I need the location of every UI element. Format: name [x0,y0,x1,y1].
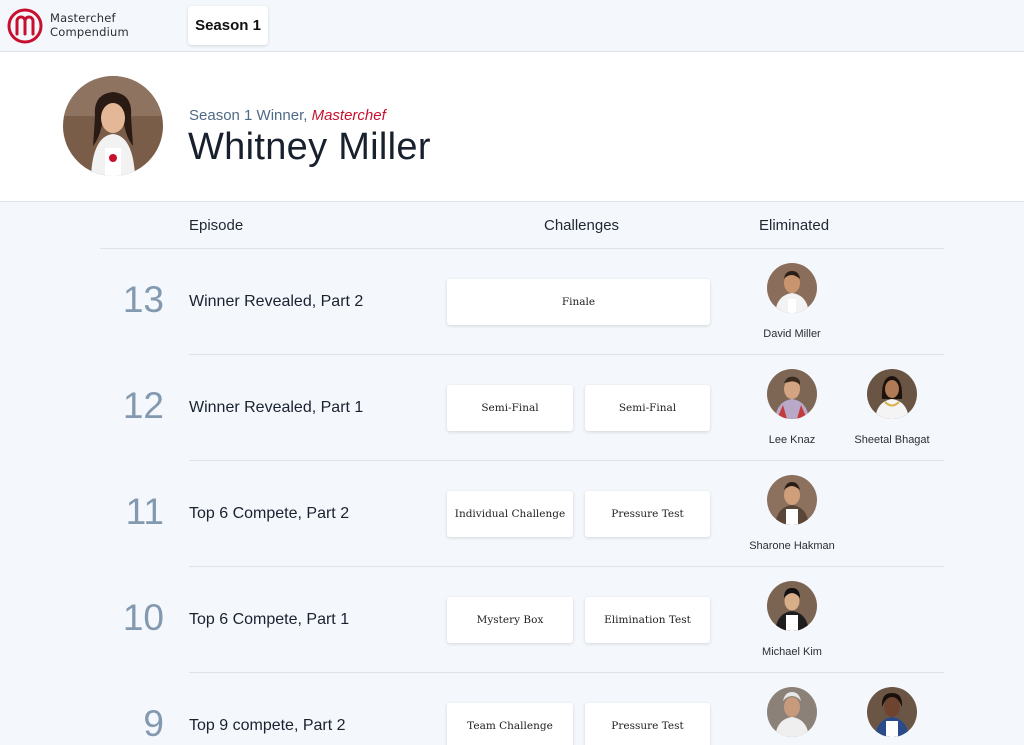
episode-title[interactable]: Winner Revealed, Part 1 [189,399,363,417]
episode-title[interactable]: Winner Revealed, Part 2 [189,293,363,311]
top-nav-bar: Masterchef Compendium Season 1 [0,0,1024,52]
contestant-avatar [767,475,817,525]
episode-number: 10 [122,597,164,638]
episode-title[interactable]: Top 6 Compete, Part 2 [189,505,349,523]
challenge-card[interactable]: Mystery Box [447,597,573,643]
winner-season-label: Season 1 Winner, [189,107,312,124]
episode-title[interactable]: Top 6 Compete, Part 1 [189,611,349,629]
contestant-avatar [867,687,917,737]
contestant-avatar [767,687,817,737]
contestant-avatar [767,369,817,419]
challenge-card[interactable]: Semi-Final [585,385,710,431]
challenge-card[interactable]: Semi-Final [447,385,573,431]
winner-header: Season 1 Winner, Masterchef Whitney Mill… [0,52,1024,202]
season-selector-button[interactable]: Season 1 [188,6,268,45]
challenge-card[interactable]: Individual Challenge [447,491,573,537]
eliminated-contestant[interactable]: David Miller [737,263,847,340]
brand-line-2: Compendium [50,25,129,39]
episode-row: 12 Winner Revealed, Part 1 Semi-Final Se… [0,355,1024,461]
eliminated-contestant[interactable] [837,687,947,737]
contestant-avatar [767,581,817,631]
episode-row: 9 Top 9 compete, Part 2 Team Challenge P… [0,673,1024,745]
contestant-name: Michael Kim [762,646,822,658]
contestant-avatar [867,369,917,419]
challenge-card[interactable]: Finale [447,279,710,325]
winner-name: Whitney Miller [188,126,431,168]
episode-row: 13 Winner Revealed, Part 2 Finale David … [0,249,1024,355]
eliminated-contestant[interactable]: Michael Kim [737,581,847,658]
eliminated-contestant[interactable] [737,687,847,737]
brand-line-1: Masterchef [50,11,116,25]
episode-title[interactable]: Top 9 compete, Part 2 [189,717,346,735]
eliminated-contestant[interactable]: Lee Knaz [737,369,847,446]
contestant-name: David Miller [763,328,821,340]
episode-row: 11 Top 6 Compete, Part 2 Individual Chal… [0,461,1024,567]
episode-number: 13 [122,279,164,320]
eliminated-contestant[interactable]: Sharone Hakman [737,475,847,552]
contestant-name: Lee Knaz [768,434,816,446]
contestant-name: Sharone Hakman [749,540,835,552]
challenge-card[interactable]: Team Challenge [447,703,573,745]
column-header-challenges: Challenges [544,217,620,234]
show-name-link[interactable]: Masterchef [312,107,386,124]
contestant-name: Sheetal Bhagat [854,434,930,446]
episode-number: 11 [125,491,164,532]
brand-name[interactable]: Masterchef Compendium [50,11,129,39]
masterchef-logo-icon[interactable] [7,8,43,44]
column-header-eliminated: Eliminated [759,217,830,234]
challenge-card[interactable]: Pressure Test [585,491,710,537]
winner-avatar [63,76,163,176]
challenge-card[interactable]: Elimination Test [585,597,710,643]
episode-number: 9 [143,703,164,744]
winner-subtitle: Season 1 Winner, Masterchef [189,107,386,124]
eliminated-contestant[interactable]: Sheetal Bhagat [837,369,947,446]
contestant-avatar [767,263,817,313]
episode-number: 12 [122,385,164,426]
column-header-episode: Episode [189,217,244,234]
episode-row: 10 Top 6 Compete, Part 1 Mystery Box Eli… [0,567,1024,673]
challenge-card[interactable]: Pressure Test [585,703,710,745]
